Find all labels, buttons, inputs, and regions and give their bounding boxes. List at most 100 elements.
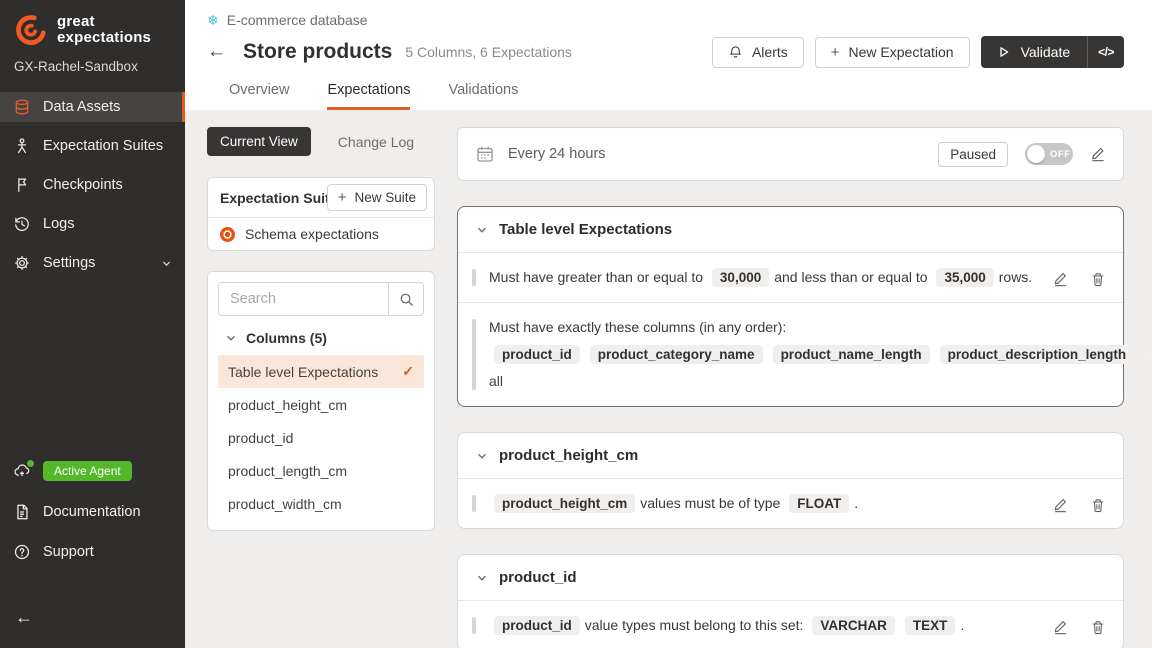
main-area: ❄ E-commerce database ← Store products 5… (185, 0, 1152, 648)
gx-logo-icon (14, 13, 48, 47)
row-actions (1053, 612, 1105, 635)
collapse-sidebar-icon[interactable]: ← (15, 607, 33, 627)
back-arrow-icon[interactable]: ← (207, 41, 226, 63)
flag-icon (13, 176, 31, 194)
card-title: product_id (499, 569, 577, 586)
header-actions: Alerts + New Expectation Validate </> (712, 36, 1124, 68)
schedule-bar: Every 24 hours Paused OFF (457, 127, 1124, 181)
sidebar-item-logs[interactable]: Logs (0, 209, 185, 239)
search-icon[interactable] (388, 283, 423, 315)
breadcrumb: ❄ E-commerce database (207, 12, 1124, 28)
database-icon (13, 98, 31, 116)
schedule-toggle[interactable]: OFF (1025, 143, 1073, 165)
value-chip: product_description_length (940, 345, 1135, 364)
card-collapse-header[interactable]: product_height_cm (458, 433, 1123, 478)
alerts-button[interactable]: Alerts (712, 37, 804, 68)
suite-option-schema-expectations[interactable]: Schema expectations (208, 218, 434, 250)
sidebar-item-documentation[interactable]: Documentation (0, 497, 185, 527)
suites-figure-icon (13, 137, 31, 155)
search-input[interactable] (219, 283, 388, 315)
column-item-table-level[interactable]: Table level Expectations ✓ (218, 355, 424, 388)
plus-icon: + (831, 44, 840, 61)
expectation-card-product-id: product_id product_idvalue types must bel… (457, 554, 1124, 648)
card-collapse-header[interactable]: Table level Expectations (458, 207, 1123, 252)
chevron-down-icon (225, 332, 237, 344)
toggle-knob (1027, 145, 1045, 163)
view-toggle: Current View Change Log (207, 127, 435, 156)
value-chip: TEXT (905, 616, 956, 635)
sidebar-nav: Data Assets Expectation Suites Checkpoin… (0, 92, 185, 287)
suite-card-header: Expectation Suit... + New Suite (208, 178, 434, 218)
paused-status-badge: Paused (938, 142, 1008, 167)
sidebar-item-data-assets[interactable]: Data Assets (0, 92, 185, 122)
validate-button[interactable]: Validate (981, 36, 1089, 68)
expectation-row: product_idvalue types must belong to thi… (458, 600, 1123, 648)
document-icon (13, 503, 31, 521)
sidebar-item-checkpoints[interactable]: Checkpoints (0, 170, 185, 200)
sidebar-item-label: Settings (43, 255, 95, 271)
value-chip: product_height_cm (494, 494, 635, 513)
row-accent-bar (472, 269, 476, 286)
row-accent-bar (472, 319, 476, 390)
sidebar-item-label: Checkpoints (43, 177, 123, 193)
radio-selected-icon (220, 227, 235, 242)
schedule-controls: Paused OFF (938, 142, 1106, 167)
columns-panel: Columns (5) Table level Expectations ✓ p… (207, 271, 435, 531)
edit-expectation-button[interactable] (1053, 497, 1068, 513)
breadcrumb-label[interactable]: E-commerce database (227, 12, 368, 28)
column-item-product-length-cm[interactable]: product_length_cm (218, 454, 424, 487)
page-title: Store products (243, 40, 392, 64)
chevron-down-icon (476, 224, 488, 236)
card-collapse-header[interactable]: product_id (458, 555, 1123, 600)
check-icon: ✓ (402, 363, 414, 380)
current-view-button[interactable]: Current View (207, 127, 311, 156)
code-icon: </> (1098, 45, 1114, 59)
expectation-row: Must have greater than or equal to 30,00… (458, 252, 1123, 302)
column-item-product-height-cm[interactable]: product_height_cm (218, 388, 424, 421)
delete-expectation-button[interactable] (1091, 498, 1105, 513)
validate-button-group: Validate </> (981, 36, 1124, 68)
content-area: Current View Change Log Expectation Suit… (185, 110, 1152, 648)
sidebar-item-settings[interactable]: Settings (0, 248, 185, 278)
edit-expectation-button[interactable] (1053, 619, 1068, 635)
suite-card-title: Expectation Suit... (220, 190, 327, 206)
expectation-card-product-height-cm: product_height_cmproduct_height_cmvalues… (457, 432, 1124, 529)
row-actions (1053, 264, 1105, 287)
agent-status-row: Active Agent (0, 461, 185, 481)
left-panel: Current View Change Log Expectation Suit… (207, 127, 435, 648)
bell-icon (728, 45, 743, 60)
code-snippet-button[interactable]: </> (1088, 36, 1124, 68)
delete-expectation-button[interactable] (1091, 620, 1105, 635)
edit-schedule-button[interactable] (1090, 146, 1106, 162)
sidebar-item-support[interactable]: Support (0, 537, 185, 567)
change-log-button[interactable]: Change Log (338, 134, 414, 150)
row-accent-bar (472, 617, 476, 634)
tab-overview[interactable]: Overview (229, 82, 289, 110)
chevron-down-icon[interactable] (161, 258, 172, 269)
snowflake-icon: ❄ (207, 13, 219, 27)
edit-expectation-button[interactable] (1053, 271, 1068, 287)
sidebar-collapse-row: ← (0, 591, 185, 648)
sidebar-item-label: Support (43, 544, 94, 560)
tab-expectations[interactable]: Expectations (327, 82, 410, 110)
delete-expectation-button[interactable] (1091, 272, 1105, 287)
sidebar-item-label: Documentation (43, 504, 141, 520)
sidebar-item-expectation-suites[interactable]: Expectation Suites (0, 131, 185, 161)
columns-group-header[interactable]: Columns (5) (218, 316, 424, 355)
expectation-text: Must have greater than or equal to 30,00… (489, 264, 1053, 291)
calendar-icon (475, 144, 495, 164)
gear-icon (13, 254, 31, 272)
new-expectation-button[interactable]: + New Expectation (815, 37, 970, 68)
column-item-product-id[interactable]: product_id (218, 421, 424, 454)
title-row: ← Store products 5 Columns, 6 Expectatio… (207, 35, 1124, 69)
column-item-product-width-cm[interactable]: product_width_cm (218, 487, 424, 520)
expectation-text: product_idvalue types must belong to thi… (489, 612, 1053, 639)
plus-icon: + (338, 189, 347, 206)
agent-online-dot (27, 460, 34, 467)
tab-validations[interactable]: Validations (448, 82, 518, 110)
expectation-row: product_height_cmvalues must be of type … (458, 478, 1123, 528)
value-chip: product_name_length (773, 345, 930, 364)
active-agent-badge: Active Agent (43, 461, 132, 481)
expectation-card-table-level-expectations: Table level Expectations Must have greate… (457, 206, 1124, 407)
new-suite-button[interactable]: + New Suite (327, 184, 427, 211)
